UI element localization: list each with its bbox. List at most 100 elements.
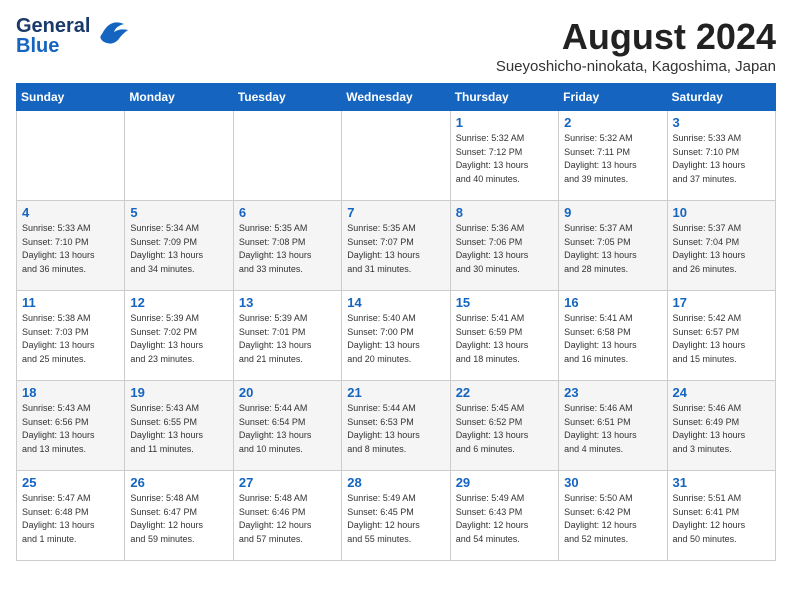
day-number: 17 — [673, 295, 770, 310]
day-number: 5 — [130, 205, 227, 220]
calendar-day-cell: 14 Sunrise: 5:40 AM Sunset: 7:00 PM Dayli… — [342, 291, 450, 381]
day-info: Sunrise: 5:45 AM Sunset: 6:52 PM Dayligh… — [456, 402, 553, 456]
calendar-day-cell: 10 Sunrise: 5:37 AM Sunset: 7:04 PM Dayli… — [667, 201, 775, 291]
day-number: 10 — [673, 205, 770, 220]
logo-general: General — [16, 16, 90, 36]
day-info: Sunrise: 5:37 AM Sunset: 7:04 PM Dayligh… — [673, 222, 770, 276]
day-number: 21 — [347, 385, 444, 400]
calendar-day-cell: 21 Sunrise: 5:44 AM Sunset: 6:53 PM Dayli… — [342, 381, 450, 471]
calendar-week-row: 4 Sunrise: 5:33 AM Sunset: 7:10 PM Daylig… — [17, 201, 776, 291]
calendar-day-cell — [125, 111, 233, 201]
day-number: 1 — [456, 115, 553, 130]
day-info: Sunrise: 5:33 AM Sunset: 7:10 PM Dayligh… — [673, 132, 770, 186]
calendar-day-cell — [233, 111, 341, 201]
header-thursday: Thursday — [450, 84, 558, 111]
day-number: 30 — [564, 475, 661, 490]
day-number: 25 — [22, 475, 119, 490]
calendar-day-cell: 5Sunrise: 5:34 AM Sunset: 7:09 PM Daylig… — [125, 201, 233, 291]
day-number: 4 — [22, 205, 119, 220]
day-info: Sunrise: 5:44 AM Sunset: 6:53 PM Dayligh… — [347, 402, 444, 456]
day-number: 9 — [564, 205, 661, 220]
calendar-day-cell: 3 Sunrise: 5:33 AM Sunset: 7:10 PM Daylig… — [667, 111, 775, 201]
day-number: 24 — [673, 385, 770, 400]
day-info: Sunrise: 5:43 AM Sunset: 6:56 PM Dayligh… — [22, 402, 119, 456]
day-number: 15 — [456, 295, 553, 310]
day-info: Sunrise: 5:49 AM Sunset: 6:45 PM Dayligh… — [347, 492, 444, 546]
calendar-day-cell: 26Sunrise: 5:48 AM Sunset: 6:47 PM Dayli… — [125, 471, 233, 561]
calendar-day-cell: 24 Sunrise: 5:46 AM Sunset: 6:49 PM Dayli… — [667, 381, 775, 471]
day-info: Sunrise: 5:32 AM Sunset: 7:12 PM Dayligh… — [456, 132, 553, 186]
day-info: Sunrise: 5:41 AM Sunset: 6:59 PM Dayligh… — [456, 312, 553, 366]
day-number: 6 — [239, 205, 336, 220]
calendar-week-row: 18Sunrise: 5:43 AM Sunset: 6:56 PM Dayli… — [17, 381, 776, 471]
day-info: Sunrise: 5:36 AM Sunset: 7:06 PM Dayligh… — [456, 222, 553, 276]
calendar-day-cell: 8Sunrise: 5:36 AM Sunset: 7:06 PM Daylig… — [450, 201, 558, 291]
calendar-day-cell: 28 Sunrise: 5:49 AM Sunset: 6:45 PM Dayli… — [342, 471, 450, 561]
calendar-day-cell: 25 Sunrise: 5:47 AM Sunset: 6:48 PM Dayli… — [17, 471, 125, 561]
calendar-day-cell: 13 Sunrise: 5:39 AM Sunset: 7:01 PM Dayli… — [233, 291, 341, 381]
calendar-day-cell: 16Sunrise: 5:41 AM Sunset: 6:58 PM Dayli… — [559, 291, 667, 381]
day-number: 7 — [347, 205, 444, 220]
calendar-day-cell: 31 Sunrise: 5:51 AM Sunset: 6:41 PM Dayli… — [667, 471, 775, 561]
day-info: Sunrise: 5:32 AM Sunset: 7:11 PM Dayligh… — [564, 132, 661, 186]
header-monday: Monday — [125, 84, 233, 111]
day-info: Sunrise: 5:44 AM Sunset: 6:54 PM Dayligh… — [239, 402, 336, 456]
header-tuesday: Tuesday — [233, 84, 341, 111]
day-info: Sunrise: 5:51 AM Sunset: 6:41 PM Dayligh… — [673, 492, 770, 546]
day-info: Sunrise: 5:39 AM Sunset: 7:01 PM Dayligh… — [239, 312, 336, 366]
day-info: Sunrise: 5:46 AM Sunset: 6:51 PM Dayligh… — [564, 402, 661, 456]
day-number: 12 — [130, 295, 227, 310]
day-info: Sunrise: 5:40 AM Sunset: 7:00 PM Dayligh… — [347, 312, 444, 366]
day-number: 23 — [564, 385, 661, 400]
day-number: 27 — [239, 475, 336, 490]
day-info: Sunrise: 5:46 AM Sunset: 6:49 PM Dayligh… — [673, 402, 770, 456]
day-number: 29 — [456, 475, 553, 490]
day-number: 3 — [673, 115, 770, 130]
day-info: Sunrise: 5:43 AM Sunset: 6:55 PM Dayligh… — [130, 402, 227, 456]
calendar-day-cell: 30 Sunrise: 5:50 AM Sunset: 6:42 PM Dayli… — [559, 471, 667, 561]
day-number: 31 — [673, 475, 770, 490]
calendar-day-cell: 20 Sunrise: 5:44 AM Sunset: 6:54 PM Dayli… — [233, 381, 341, 471]
day-info: Sunrise: 5:35 AM Sunset: 7:08 PM Dayligh… — [239, 222, 336, 276]
calendar-day-cell: 4 Sunrise: 5:33 AM Sunset: 7:10 PM Daylig… — [17, 201, 125, 291]
page-header: General Blue August 2024 Sueyoshicho-nin… — [16, 16, 776, 75]
day-info: Sunrise: 5:33 AM Sunset: 7:10 PM Dayligh… — [22, 222, 119, 276]
calendar-day-cell: 19 Sunrise: 5:43 AM Sunset: 6:55 PM Dayli… — [125, 381, 233, 471]
day-info: Sunrise: 5:48 AM Sunset: 6:46 PM Dayligh… — [239, 492, 336, 546]
calendar-day-cell: 6 Sunrise: 5:35 AM Sunset: 7:08 PM Daylig… — [233, 201, 341, 291]
day-number: 28 — [347, 475, 444, 490]
calendar-title: August 2024 — [496, 16, 776, 58]
day-info: Sunrise: 5:42 AM Sunset: 6:57 PM Dayligh… — [673, 312, 770, 366]
calendar-week-row: 25 Sunrise: 5:47 AM Sunset: 6:48 PM Dayli… — [17, 471, 776, 561]
calendar-day-cell: 11 Sunrise: 5:38 AM Sunset: 7:03 PM Dayli… — [17, 291, 125, 381]
logo-blue: Blue — [16, 36, 90, 56]
day-info: Sunrise: 5:35 AM Sunset: 7:07 PM Dayligh… — [347, 222, 444, 276]
day-number: 19 — [130, 385, 227, 400]
day-info: Sunrise: 5:47 AM Sunset: 6:48 PM Dayligh… — [22, 492, 119, 546]
calendar-day-cell: 15 Sunrise: 5:41 AM Sunset: 6:59 PM Dayli… — [450, 291, 558, 381]
day-info: Sunrise: 5:37 AM Sunset: 7:05 PM Dayligh… — [564, 222, 661, 276]
day-info: Sunrise: 5:48 AM Sunset: 6:47 PM Dayligh… — [130, 492, 227, 546]
day-number: 2 — [564, 115, 661, 130]
calendar-day-cell: 1 Sunrise: 5:32 AM Sunset: 7:12 PM Daylig… — [450, 111, 558, 201]
day-number: 20 — [239, 385, 336, 400]
day-info: Sunrise: 5:41 AM Sunset: 6:58 PM Dayligh… — [564, 312, 661, 366]
calendar-day-cell: 18Sunrise: 5:43 AM Sunset: 6:56 PM Dayli… — [17, 381, 125, 471]
day-info: Sunrise: 5:38 AM Sunset: 7:03 PM Dayligh… — [22, 312, 119, 366]
header-wednesday: Wednesday — [342, 84, 450, 111]
calendar-day-cell: 27 Sunrise: 5:48 AM Sunset: 6:46 PM Dayli… — [233, 471, 341, 561]
day-number: 13 — [239, 295, 336, 310]
calendar-day-cell: 22Sunrise: 5:45 AM Sunset: 6:52 PM Dayli… — [450, 381, 558, 471]
header-saturday: Saturday — [667, 84, 775, 111]
day-number: 11 — [22, 295, 119, 310]
header-sunday: Sunday — [17, 84, 125, 111]
calendar-day-cell: 23 Sunrise: 5:46 AM Sunset: 6:51 PM Dayli… — [559, 381, 667, 471]
calendar-day-cell — [342, 111, 450, 201]
calendar-table: Sunday Monday Tuesday Wednesday Thursday… — [16, 83, 776, 561]
calendar-day-cell: 2 Sunrise: 5:32 AM Sunset: 7:11 PM Daylig… — [559, 111, 667, 201]
calendar-day-cell: 7 Sunrise: 5:35 AM Sunset: 7:07 PM Daylig… — [342, 201, 450, 291]
weekday-header-row: Sunday Monday Tuesday Wednesday Thursday… — [17, 84, 776, 111]
day-number: 14 — [347, 295, 444, 310]
day-info: Sunrise: 5:50 AM Sunset: 6:42 PM Dayligh… — [564, 492, 661, 546]
logo: General Blue — [16, 16, 132, 56]
